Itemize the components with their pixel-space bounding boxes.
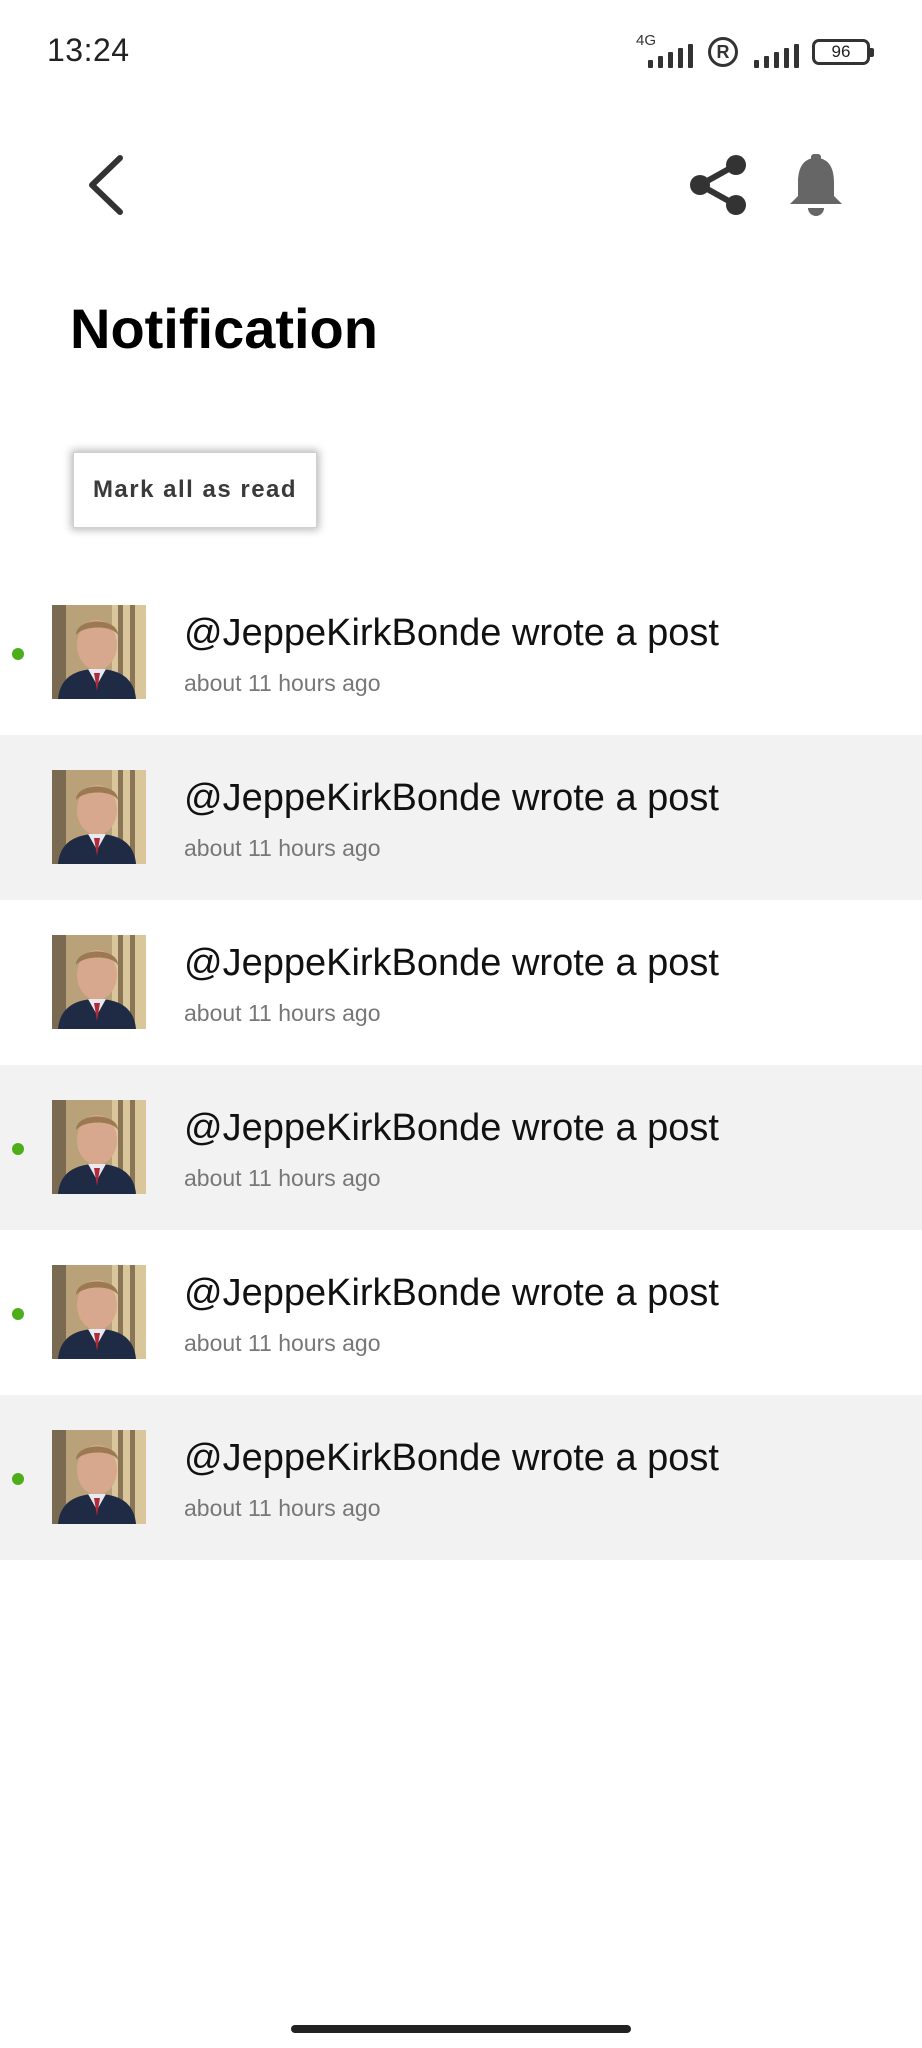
- notification-item[interactable]: @JeppeKirkBonde wrote a post about 11 hou…: [0, 1230, 922, 1395]
- notification-text: @JeppeKirkBonde wrote a post: [184, 1437, 719, 1479]
- status-icons: 4G R 96: [634, 30, 874, 74]
- unread-indicator: [12, 648, 24, 660]
- page-title: Notification: [70, 297, 378, 360]
- avatar: [52, 605, 146, 699]
- share-icon: [690, 155, 746, 215]
- notifications-bell-button[interactable]: [786, 150, 846, 220]
- avatar: [52, 1100, 146, 1194]
- notification-time: about 11 hours ago: [184, 835, 381, 861]
- mobile-signal-icon: [752, 32, 799, 72]
- notification-time: about 11 hours ago: [184, 1165, 381, 1191]
- notification-item[interactable]: @JeppeKirkBonde wrote a post about 11 hou…: [0, 900, 922, 1065]
- notification-time: about 11 hours ago: [184, 670, 381, 696]
- back-button[interactable]: [78, 150, 134, 220]
- battery-icon: 96: [812, 39, 874, 65]
- avatar: [52, 1265, 146, 1359]
- notification-item[interactable]: @JeppeKirkBonde wrote a post about 11 hou…: [0, 1065, 922, 1230]
- avatar: [52, 770, 146, 864]
- notification-text: @JeppeKirkBonde wrote a post: [184, 1107, 719, 1149]
- avatar: [52, 935, 146, 1029]
- roaming-icon: R: [708, 37, 738, 67]
- notification-time: about 11 hours ago: [184, 1330, 381, 1356]
- notification-text: @JeppeKirkBonde wrote a post: [184, 777, 719, 819]
- notification-item[interactable]: @JeppeKirkBonde wrote a post about 11 hou…: [0, 735, 922, 900]
- notification-item[interactable]: @JeppeKirkBonde wrote a post about 11 hou…: [0, 570, 922, 735]
- unread-indicator: [12, 1143, 24, 1155]
- avatar: [52, 1430, 146, 1524]
- notification-time: about 11 hours ago: [184, 1000, 381, 1026]
- status-time: 13:24: [47, 32, 130, 68]
- notification-text: @JeppeKirkBonde wrote a post: [184, 942, 719, 984]
- chevron-left-icon: [89, 155, 123, 215]
- mark-all-read-button[interactable]: Mark all as read: [73, 452, 317, 528]
- notification-item[interactable]: @JeppeKirkBonde wrote a post about 11 hou…: [0, 1395, 922, 1560]
- unread-indicator: [12, 1308, 24, 1320]
- notification-list: @JeppeKirkBonde wrote a post about 11 hou…: [0, 570, 922, 1560]
- notification-text: @JeppeKirkBonde wrote a post: [184, 1272, 719, 1314]
- battery-level: 96: [831, 42, 851, 61]
- unread-indicator: [12, 1473, 24, 1485]
- status-bar: 13:24 4G R 96: [0, 0, 922, 104]
- bell-icon: [790, 154, 842, 216]
- mobile-signal-4g-icon: 4G: [634, 32, 694, 72]
- share-button[interactable]: [686, 150, 750, 220]
- home-indicator[interactable]: [291, 2025, 631, 2033]
- notification-time: about 11 hours ago: [184, 1495, 381, 1521]
- notification-text: @JeppeKirkBonde wrote a post: [184, 612, 719, 654]
